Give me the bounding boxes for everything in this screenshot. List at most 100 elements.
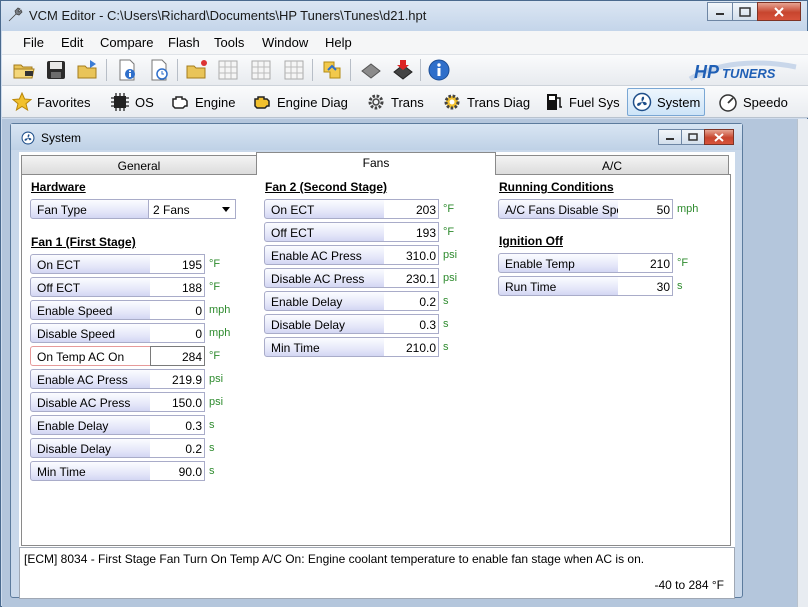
menu-help[interactable]: Help bbox=[325, 35, 352, 50]
param-value-input[interactable]: 0 bbox=[150, 323, 205, 343]
param-label: Enable Delay bbox=[264, 291, 385, 311]
table-icon-3[interactable] bbox=[282, 58, 306, 82]
param-value-input[interactable]: 310.0 bbox=[384, 245, 439, 265]
table-icon-2[interactable] bbox=[249, 58, 273, 82]
param-value-input[interactable]: 203 bbox=[384, 199, 439, 219]
param-value-input[interactable]: 219.9 bbox=[150, 369, 205, 389]
tab-general[interactable]: General bbox=[21, 155, 257, 175]
param-label: On Temp AC On bbox=[30, 346, 151, 366]
param-value-input[interactable]: 210 bbox=[618, 253, 673, 273]
nav-speedo[interactable]: Speedo bbox=[714, 88, 792, 116]
param-label: Enable AC Press bbox=[30, 369, 151, 389]
speedometer-icon bbox=[719, 94, 737, 112]
workspace-scrollbar[interactable] bbox=[797, 119, 808, 607]
param-value-input[interactable]: 188 bbox=[150, 277, 205, 297]
tab-ac[interactable]: A/C bbox=[495, 155, 729, 175]
open-folder-icon[interactable] bbox=[12, 58, 36, 82]
param-value-input[interactable]: 50 bbox=[618, 199, 673, 219]
save-icon[interactable] bbox=[44, 58, 68, 82]
minimize-button[interactable] bbox=[707, 2, 733, 21]
param-value-input[interactable]: 0.3 bbox=[384, 314, 439, 334]
nav-label: System bbox=[657, 94, 701, 110]
param-value-input[interactable]: 0.2 bbox=[150, 438, 205, 458]
nav-label: Fuel Sys bbox=[569, 94, 620, 110]
param-value-input[interactable]: 150.0 bbox=[150, 392, 205, 412]
save-as-icon[interactable] bbox=[76, 58, 100, 82]
param-unit: psi bbox=[209, 396, 224, 408]
maximize-icon bbox=[688, 133, 698, 141]
chip-write-icon[interactable] bbox=[391, 58, 415, 82]
nav-os[interactable]: OS bbox=[106, 88, 158, 116]
menu-bar: File Edit Compare Flash Tools Window Hel… bbox=[2, 31, 808, 55]
fan-type-dropdown[interactable]: 2 Fans bbox=[148, 199, 236, 219]
param-label: Enable Temp bbox=[498, 253, 619, 273]
nav-toolbar: Favorites OS Engine Engine Diag Trans Tr… bbox=[2, 86, 808, 118]
param-value-input[interactable]: 0.2 bbox=[384, 291, 439, 311]
param-value-input[interactable]: 0.3 bbox=[150, 415, 205, 435]
trans-diag-icon bbox=[444, 94, 460, 110]
menu-flash[interactable]: Flash bbox=[168, 35, 200, 50]
menu-compare[interactable]: Compare bbox=[100, 35, 153, 50]
file-history-icon[interactable] bbox=[147, 58, 171, 82]
child-minimize-button[interactable] bbox=[658, 129, 682, 145]
nav-favorites[interactable]: Favorites bbox=[8, 88, 94, 116]
menu-edit[interactable]: Edit bbox=[61, 35, 83, 50]
fan-icon bbox=[632, 92, 652, 112]
fans-tab-panel: Hardware Fan Type 2 Fans Fan 1 (First St… bbox=[21, 174, 731, 546]
nav-engine-diag[interactable]: Engine Diag bbox=[248, 88, 352, 116]
nav-system[interactable]: System bbox=[627, 88, 706, 116]
table-icon[interactable] bbox=[216, 58, 240, 82]
param-label: Enable Delay bbox=[30, 415, 151, 435]
nav-fuel-sys[interactable]: Fuel Sys bbox=[540, 88, 624, 116]
param-unit: mph bbox=[209, 327, 231, 339]
tab-fans[interactable]: Fans bbox=[256, 152, 496, 175]
nav-label: Trans Diag bbox=[467, 94, 531, 110]
param-value-input[interactable]: 210.0 bbox=[384, 337, 439, 357]
nav-label: Speedo bbox=[743, 94, 788, 110]
chip-read-icon[interactable] bbox=[359, 58, 383, 82]
menu-tools[interactable]: Tools bbox=[214, 35, 244, 50]
param-value-input[interactable]: 284 bbox=[150, 346, 205, 366]
menu-window[interactable]: Window bbox=[262, 35, 308, 50]
nav-trans[interactable]: Trans bbox=[362, 88, 428, 116]
nav-engine[interactable]: Engine bbox=[166, 88, 239, 116]
system-window-title: System bbox=[41, 131, 82, 145]
system-window: System General Fans A/C Hardware Fan Typ… bbox=[10, 123, 743, 599]
param-unit: °F bbox=[209, 350, 221, 362]
transfer-icon[interactable] bbox=[320, 58, 344, 82]
nav-label: Trans bbox=[391, 94, 424, 110]
param-value-input[interactable]: 90.0 bbox=[150, 461, 205, 481]
fan2-heading: Fan 2 (Second Stage) bbox=[265, 180, 388, 194]
param-value-input[interactable]: 230.1 bbox=[384, 268, 439, 288]
svg-text:TUNERS: TUNERS bbox=[722, 66, 776, 81]
param-label: On ECT bbox=[264, 199, 385, 219]
nav-trans-diag[interactable]: Trans Diag bbox=[438, 88, 534, 116]
maximize-button[interactable] bbox=[732, 2, 758, 21]
close-button[interactable] bbox=[757, 2, 801, 21]
nav-label: Engine Diag bbox=[277, 94, 348, 110]
tab-strip: General Fans A/C bbox=[21, 152, 731, 175]
open-compare-icon[interactable] bbox=[185, 58, 209, 82]
child-close-button[interactable] bbox=[704, 129, 734, 145]
running-conditions-heading: Running Conditions bbox=[499, 180, 614, 194]
param-label: Enable Speed bbox=[30, 300, 151, 320]
close-icon bbox=[774, 6, 784, 17]
menu-file[interactable]: File bbox=[23, 35, 44, 50]
fan-type-row: Fan Type 2 Fans bbox=[30, 199, 240, 219]
param-value-input[interactable]: 193 bbox=[384, 222, 439, 242]
info-icon[interactable] bbox=[427, 58, 451, 82]
param-label: Off ECT bbox=[30, 277, 151, 297]
param-unit: s bbox=[209, 465, 215, 477]
param-label: Enable AC Press bbox=[264, 245, 385, 265]
param-label: Disable AC Press bbox=[30, 392, 151, 412]
param-value-input[interactable]: 0 bbox=[150, 300, 205, 320]
fan-icon bbox=[21, 131, 35, 145]
file-info-icon[interactable] bbox=[115, 58, 139, 82]
param-value-input[interactable]: 195 bbox=[150, 254, 205, 274]
child-maximize-button[interactable] bbox=[681, 129, 705, 145]
system-window-titlebar[interactable]: System bbox=[11, 124, 742, 150]
hp-tuners-logo: HP TUNERS bbox=[688, 60, 797, 82]
param-value-input[interactable]: 30 bbox=[618, 276, 673, 296]
parameter-description: [ECM] 8034 - First Stage Fan Turn On Tem… bbox=[24, 552, 645, 566]
window-title: VCM Editor - C:\Users\Richard\Documents\… bbox=[29, 8, 427, 23]
